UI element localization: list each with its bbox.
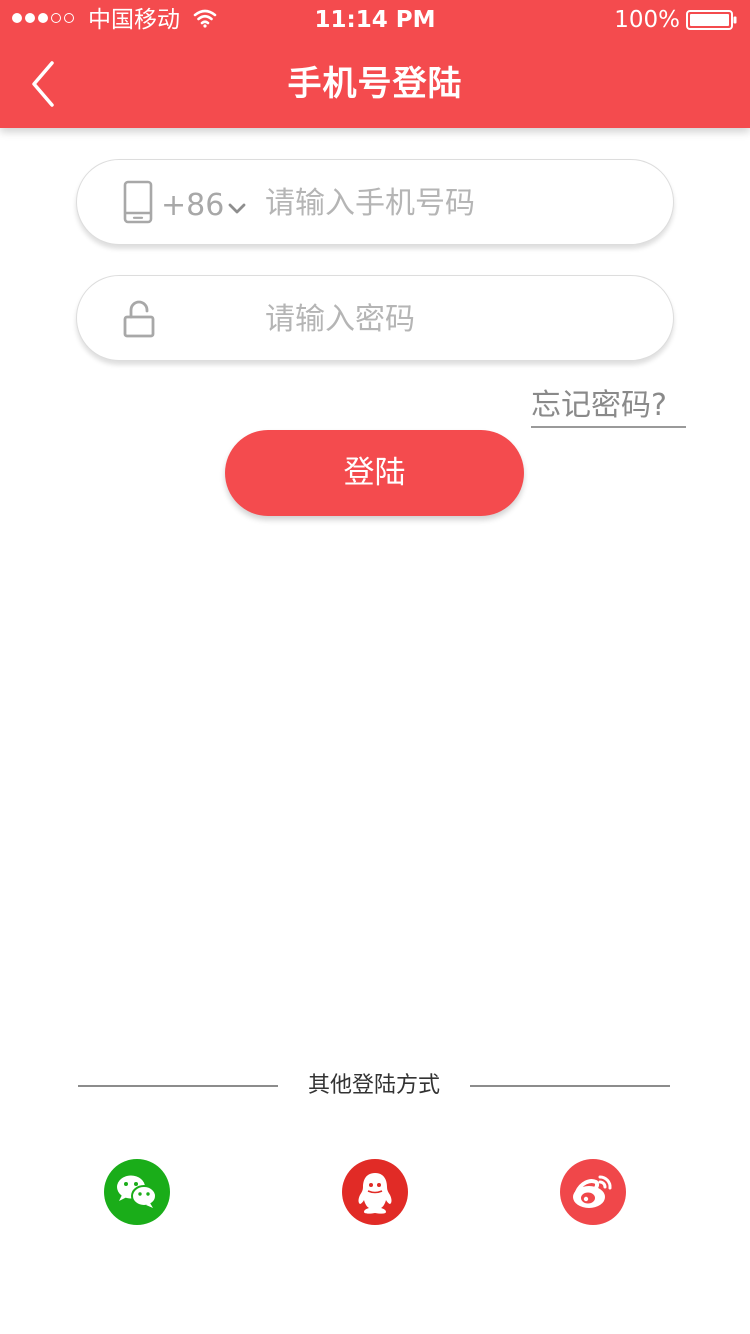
- country-code: +86: [161, 188, 225, 223]
- divider-right: [470, 1085, 670, 1087]
- lock-icon: [123, 300, 155, 338]
- status-bar: 中国移动 11:14 PM 100%: [0, 0, 750, 40]
- phone-icon: [123, 180, 153, 224]
- battery-icon: [686, 10, 737, 30]
- chevron-down-icon: [228, 203, 246, 214]
- weibo-icon: [573, 1175, 612, 1208]
- battery-percentage: 100%: [614, 7, 680, 33]
- qq-login-button[interactable]: [342, 1159, 408, 1225]
- forgot-password-link[interactable]: 忘记密码?: [531, 386, 686, 428]
- qq-icon: [358, 1173, 392, 1214]
- divider-left: [78, 1085, 278, 1087]
- wechat-icon: [117, 1175, 157, 1208]
- page-title: 手机号登陆: [287, 64, 463, 104]
- nav-bar: 手机号登陆: [0, 40, 750, 128]
- wechat-login-button[interactable]: [104, 1159, 170, 1225]
- phone-field[interactable]: +86: [76, 159, 674, 245]
- login-button[interactable]: 登陆: [225, 430, 524, 516]
- weibo-login-button[interactable]: [560, 1159, 626, 1225]
- country-code-selector[interactable]: +86: [161, 188, 246, 224]
- phone-input[interactable]: [265, 180, 645, 226]
- password-input[interactable]: [265, 296, 645, 342]
- other-login-label: 其他登陆方式: [307, 1073, 440, 1098]
- app-header: 中国移动 11:14 PM 100% 手机号登陆: [0, 0, 750, 128]
- password-field[interactable]: [76, 275, 674, 361]
